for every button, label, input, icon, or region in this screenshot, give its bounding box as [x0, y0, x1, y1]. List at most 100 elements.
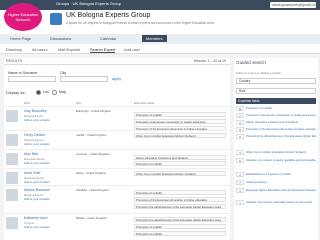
expertise-tag[interactable]: Promotion of mobility: [134, 231, 226, 236]
expertise-term[interactable]: Promotion of the European dimension in h…: [246, 127, 316, 131]
expertise-term[interactable]: Promotion of European cooperation in qua…: [246, 113, 316, 117]
list-radio[interactable]: [36, 90, 41, 95]
tab-mail-experts[interactable]: Mail Experts: [58, 47, 80, 52]
expertise-tag[interactable]: Promotion of the European dimension in h…: [134, 197, 226, 202]
expertise-count: 2: [236, 172, 244, 177]
group-description: A space for UK experts in Bologna Proces…: [66, 21, 214, 25]
person-location: Sheffield - United Kingdom: [76, 188, 110, 192]
expertise-count: 9: [236, 134, 244, 139]
group-icon: [50, 13, 62, 25]
expertise-count: 8: [236, 127, 244, 132]
person-location: Cardiff - United Kingdom: [76, 133, 107, 137]
city-input[interactable]: [60, 76, 108, 82]
role-select[interactable]: Role: [236, 88, 316, 94]
expertise-tag[interactable]: Promotion of European cooperation in qua…: [134, 119, 226, 124]
expertise-term[interactable]: Promotion of mobility: [246, 106, 316, 110]
table-row: Anne Wild National Agency Add to your co…: [4, 168, 230, 184]
map-radio[interactable]: [52, 90, 57, 95]
expertise-tag[interactable]: Promotion of mobility: [134, 112, 226, 117]
add-contact-link[interactable]: Add to your contacts: [24, 225, 50, 229]
col-city: City: [76, 101, 82, 105]
table-row: Guy Brownley Bologna Expert Add to your …: [4, 106, 230, 131]
expertise-tag[interactable]: Promotion of mobility: [134, 224, 226, 229]
logo-text: Higher Education Network: [7, 12, 39, 22]
add-contact-link[interactable]: Add to your contacts: [24, 180, 50, 184]
avatar[interactable]: [6, 110, 18, 122]
toolbar-home[interactable]: Home Page: [10, 36, 31, 41]
expertise-count: 42: [236, 106, 244, 111]
avatar[interactable]: [6, 153, 18, 165]
toolbar-discussions[interactable]: Discussions: [50, 36, 71, 41]
display-as-label: Display as:: [6, 90, 26, 95]
guided-search-title: Guided search: [236, 60, 266, 65]
expertise-tag[interactable]: Promotion of mobility: [134, 190, 226, 195]
expertise-tag[interactable]: Higher education institutions and studen…: [134, 155, 226, 160]
person-location: Leicester - United Kingdom: [76, 152, 110, 156]
expertise-tag[interactable]: Other (not on Higher Education Reform Su…: [134, 133, 226, 138]
expertise-count: 3: [236, 150, 244, 155]
expertise-count: 1: [236, 188, 244, 193]
top-bar: Groups · UK Bologna Experts Group ukbolo…: [0, 0, 320, 10]
person-name[interactable]: Guy Brownley: [24, 109, 46, 113]
guided-search-hint: Click on a term to initiate a search: [236, 71, 282, 75]
table-row: Mason Bowman Bologna Expert Add to your …: [4, 185, 230, 212]
person-name[interactable]: Anne Wild: [24, 171, 40, 175]
toolbar-calendar[interactable]: Calendar: [100, 36, 116, 41]
country-select[interactable]: Country: [236, 78, 316, 84]
person-name[interactable]: Katherine Acre: [24, 216, 48, 220]
expertise-term[interactable]: Lifelong learning: [246, 180, 316, 184]
map-option[interactable]: Map: [59, 90, 66, 94]
expertise-tag[interactable]: Other (not on Higher Education Reform Su…: [134, 171, 226, 176]
tab-search-expert[interactable]: Search Expert: [90, 47, 116, 53]
expertise-term[interactable]: Other (not on Higher Education Reform Su…: [246, 150, 316, 154]
expertise-count: 1: [236, 200, 244, 205]
avatar[interactable]: [6, 189, 18, 201]
results-count: Results: 1 - 10 of 19: [193, 59, 226, 63]
city-filter-label: City: [60, 71, 67, 75]
expertise-header[interactable]: Expertise fields: [236, 98, 316, 104]
tab-all-users[interactable]: All users: [32, 47, 47, 52]
page-title: UK Bologna Experts Group: [66, 12, 151, 19]
tab-add-user[interactable]: Add user: [124, 47, 140, 52]
add-contact-link[interactable]: Add to your contacts: [24, 142, 50, 146]
add-contact-link[interactable]: Add to your contacts: [24, 197, 50, 201]
person-name[interactable]: Gerry Decker: [24, 133, 45, 137]
avatar[interactable]: [6, 172, 18, 184]
expertise-count: 6: [236, 120, 244, 125]
results-header: RESULTS Results: 1 - 10 of 19: [4, 58, 230, 65]
person-location: Edinburgh - United Kingdom: [76, 109, 112, 113]
name-input[interactable]: [8, 76, 56, 82]
account-email[interactable]: ukbolognaexperts@gmail.com: [270, 2, 318, 8]
avatar[interactable]: [6, 217, 18, 229]
guided-search-panel: [234, 58, 318, 240]
person-location: Wales - United Kingdom: [76, 171, 107, 175]
toolbar-members[interactable]: Members: [142, 35, 167, 42]
expertise-term[interactable]: Higher education institutions and studen…: [246, 120, 316, 124]
table-row: Alex Bell European Expert Add to your co…: [4, 149, 230, 167]
col-who: Who: [24, 101, 31, 105]
expertise-tag[interactable]: Promoting the attractiveness of the Euro…: [134, 204, 226, 209]
person-name[interactable]: Mason Bowman: [24, 188, 50, 192]
members-tabs: [0, 44, 320, 54]
tab-directory[interactable]: Directory: [6, 47, 22, 52]
expertise-term[interactable]: European Higher Education Area and Europ…: [246, 188, 316, 192]
expertise-tag[interactable]: Promoting the attractiveness of the Euro…: [134, 217, 226, 222]
expertise-tag[interactable]: Promotion of mobility: [134, 161, 226, 166]
person-location: Belfast - United Kingdom: [76, 216, 107, 220]
expertise-count: 5: [236, 158, 244, 163]
avatar[interactable]: [6, 134, 18, 146]
add-contact-link[interactable]: Add to your contacts: [24, 118, 50, 122]
expertise-term[interactable]: Adoption of a system essentially based o…: [246, 200, 316, 204]
expertise-term[interactable]: Promoting the attractiveness of the Euro…: [246, 134, 316, 138]
add-contact-link[interactable]: Add to your contacts: [24, 161, 50, 165]
person-name[interactable]: Alex Bell: [24, 152, 38, 156]
expertise-term[interactable]: Adoption of a system of easily readable …: [246, 158, 316, 162]
expertise-count: 7: [236, 180, 244, 185]
results-label: RESULTS: [6, 59, 23, 63]
list-option[interactable]: List: [43, 90, 49, 94]
table-row: Gerry Decker National Agency Add to your…: [4, 130, 230, 148]
network-logo[interactable]: Higher Education Network: [4, 3, 42, 31]
apply-button[interactable]: Apply: [112, 77, 121, 81]
expertise-term[interactable]: Establishment of a system of credits: [246, 172, 316, 176]
breadcrumb[interactable]: Groups · UK Bologna Experts Group: [56, 1, 121, 6]
